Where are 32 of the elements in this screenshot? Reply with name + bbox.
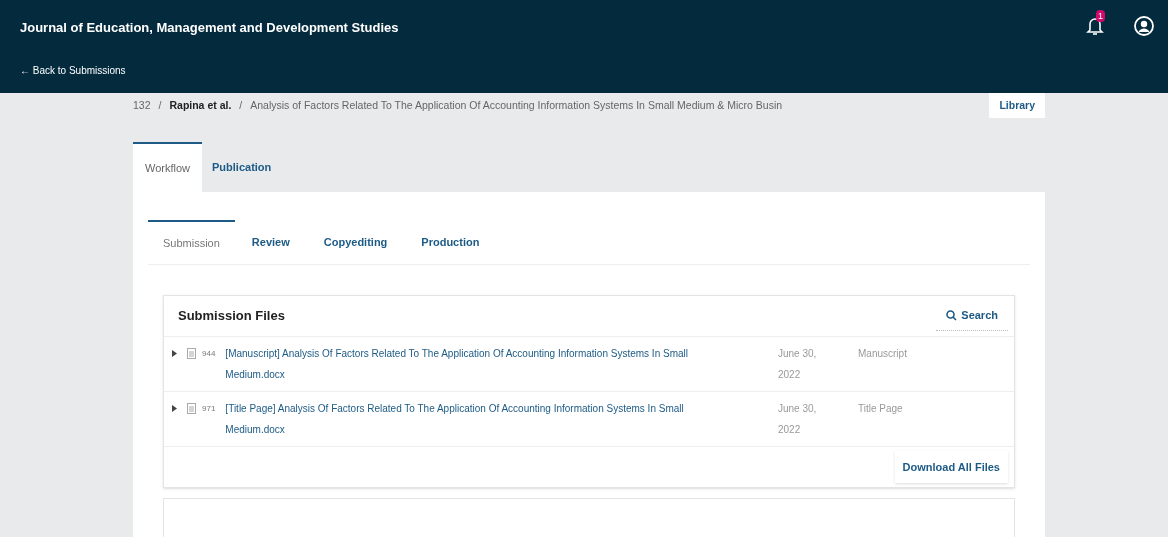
journal-title: Journal of Education, Management and Development Studies — [20, 19, 399, 37]
workflow-tab[interactable]: Workflow — [133, 142, 203, 192]
file-name-link[interactable]: [Title Page] Analysis Of Factors Related To The Application Of Accounting Information Systems In Small Medium.docx — [225, 398, 712, 440]
user-icon[interactable] — [1134, 16, 1154, 36]
submission-id: 132 — [133, 97, 151, 113]
search-icon — [946, 310, 958, 321]
search-button[interactable]: Search — [936, 301, 1008, 331]
back-link[interactable]: ← Back to Submissions — [20, 62, 1148, 78]
expand-arrow-icon[interactable] — [172, 350, 177, 357]
file-id: 971 — [202, 403, 216, 415]
card-title: Submission Files — [178, 307, 285, 326]
expand-arrow-icon[interactable] — [172, 405, 177, 412]
breadcrumb-separator: / — [158, 97, 162, 113]
library-button[interactable]: Library — [989, 93, 1045, 118]
download-all-button[interactable]: Download All Files — [894, 451, 1008, 483]
stage-tab[interactable]: Review — [234, 220, 307, 264]
notification-badge: 1 — [1096, 10, 1105, 22]
file-date: June 30, 2022 — [778, 347, 818, 382]
stage-tab[interactable]: Submission — [148, 220, 235, 264]
workflow-tab[interactable]: Publication — [202, 142, 282, 192]
file-component: Manuscript — [858, 347, 907, 361]
file-id: 944 — [202, 348, 216, 360]
stage-tab[interactable]: Production — [404, 220, 497, 264]
file-name-link[interactable]: [Manuscript] Analysis Of Factors Related To The Application Of Accounting Information Systems In Small Medium.docx — [225, 343, 712, 385]
file-icon — [187, 403, 196, 414]
file-date: June 30, 2022 — [778, 402, 818, 437]
file-icon — [187, 348, 196, 359]
file-component: Title Page — [858, 402, 903, 416]
submission-title: Analysis of Factors Related To The Application Of Accounting Information Systems In Small Medium & Micro Busin — [250, 97, 783, 113]
breadcrumb-separator: / — [239, 97, 243, 113]
submission-authors: Rapina et al. — [169, 97, 232, 113]
stage-tab[interactable]: Copyediting — [306, 220, 405, 264]
